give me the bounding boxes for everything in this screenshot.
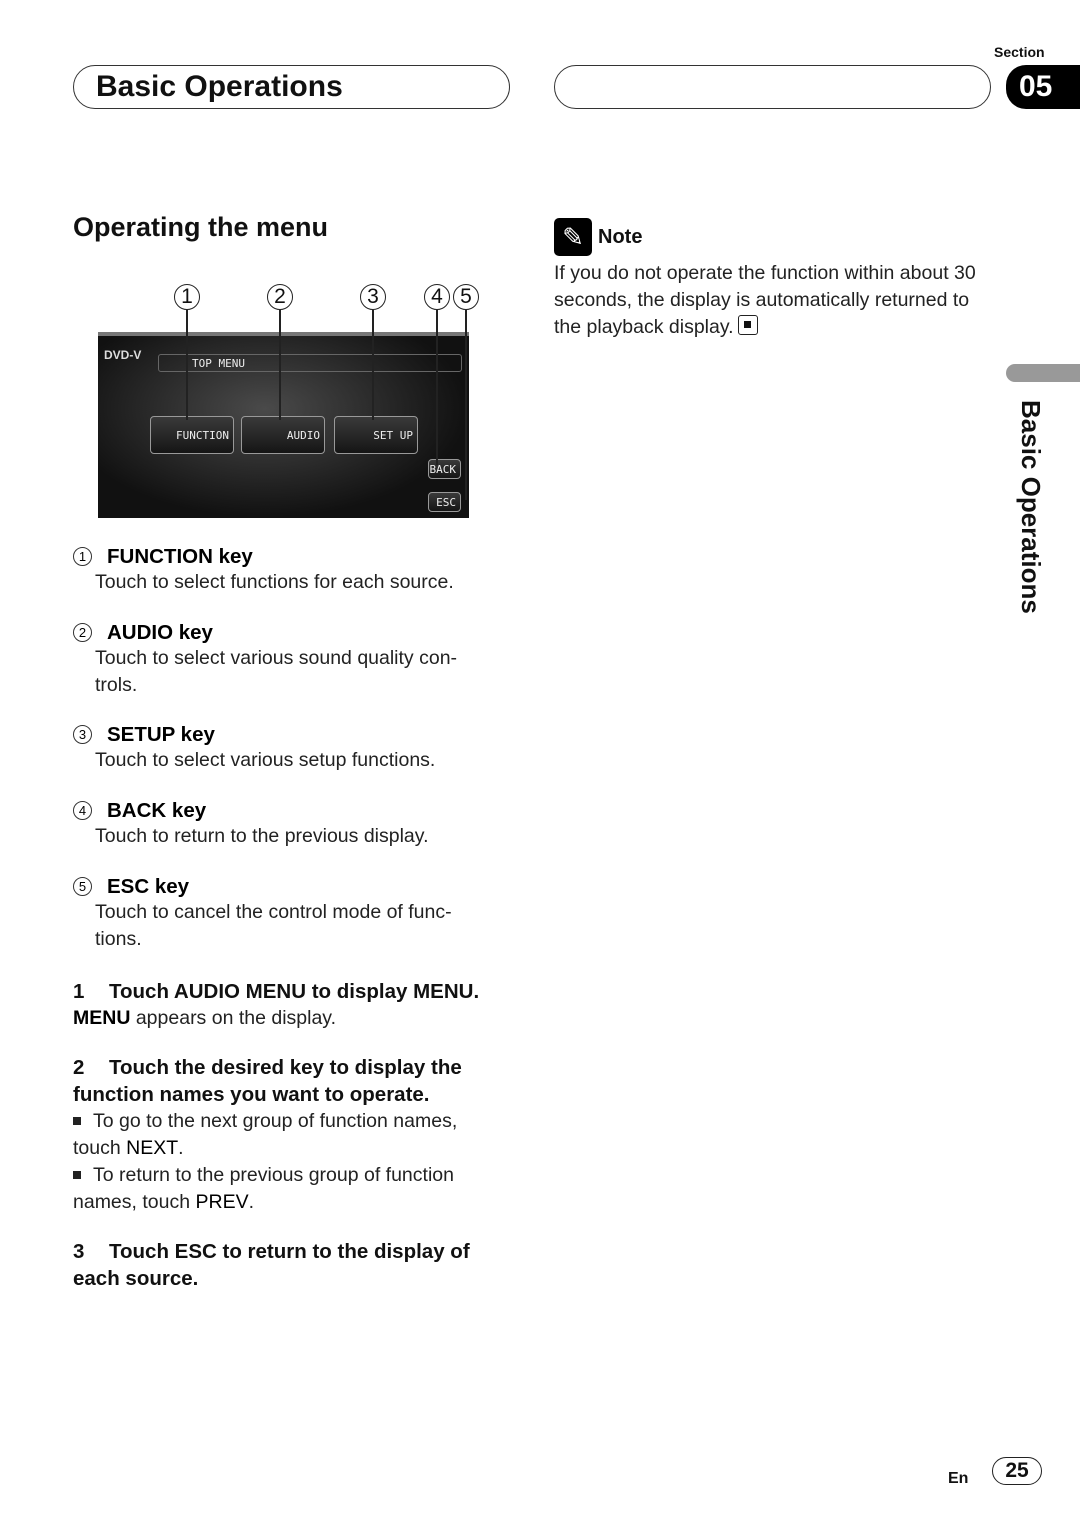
key-number: 1 bbox=[73, 547, 92, 566]
source-badge: DVD-V bbox=[104, 348, 142, 362]
step-number: 1 bbox=[73, 980, 85, 1003]
section-number: 05 bbox=[1006, 65, 1080, 109]
step-title: Touch the desired key to display the bbox=[109, 1056, 462, 1079]
key-item: 1 FUNCTION key Touch to select functions … bbox=[73, 545, 503, 621]
step-title: Touch AUDIO MENU to display MENU. bbox=[109, 980, 480, 1003]
key-desc: Touch to cancel the control mode of func… bbox=[95, 901, 452, 950]
note-line: If you do not operate the function withi… bbox=[554, 262, 976, 284]
callout-1: 1 bbox=[174, 284, 200, 310]
note-line: the playback display. bbox=[554, 316, 734, 338]
key-item: 2 AUDIO key Touch to select various sound… bbox=[73, 621, 503, 723]
step-number: 3 bbox=[73, 1240, 85, 1263]
key-title: SETUP key bbox=[107, 723, 215, 746]
audio-button[interactable]: AUDIO bbox=[241, 416, 325, 454]
key-desc: Touch to select functions for each sourc… bbox=[95, 571, 454, 593]
leader-line-4 bbox=[436, 310, 438, 465]
key-number: 5 bbox=[73, 877, 92, 896]
key-number: 2 bbox=[73, 623, 92, 642]
note: ✎ Note If you do not operate the functio… bbox=[554, 218, 994, 341]
step-1: 1 Touch AUDIO MENU to display MENU. MENU … bbox=[73, 978, 513, 1032]
bullet-end: . bbox=[178, 1137, 184, 1159]
steps: 1 Touch AUDIO MENU to display MENU. MENU … bbox=[73, 978, 513, 1292]
step-bold: MENU bbox=[73, 1007, 131, 1029]
step-2: 2 Touch the desired key to display the fu… bbox=[73, 1054, 513, 1216]
section-label: Section bbox=[994, 44, 1045, 60]
leader-line-2 bbox=[279, 310, 281, 420]
back-button[interactable]: BACK bbox=[428, 459, 461, 479]
key-number: 4 bbox=[73, 801, 92, 820]
key-number: 3 bbox=[73, 725, 92, 744]
key-item: 3 SETUP key Touch to select various setup… bbox=[73, 723, 503, 799]
callout-2: 2 bbox=[267, 284, 293, 310]
header-title-box: Basic Operations bbox=[73, 65, 510, 109]
key-title: AUDIO key bbox=[107, 621, 213, 644]
function-button[interactable]: FUNCTION bbox=[150, 416, 234, 454]
key-title: ESC key bbox=[107, 875, 190, 898]
bullet-text: To return to the previous group of funct… bbox=[93, 1164, 454, 1186]
key-title: FUNCTION key bbox=[107, 545, 253, 568]
callout-5: 5 bbox=[453, 284, 479, 310]
pencil-icon: ✎ bbox=[554, 218, 592, 256]
bullet-bold: NEXT bbox=[126, 1137, 179, 1159]
side-tab-label: Basic Operations bbox=[1016, 400, 1046, 614]
step-number: 2 bbox=[73, 1056, 85, 1079]
bullet-text: touch bbox=[73, 1137, 127, 1159]
leader-line-5 bbox=[465, 310, 467, 500]
key-desc: Touch to select various setup functions. bbox=[95, 749, 436, 771]
callout-3: 3 bbox=[360, 284, 386, 310]
section-heading: Operating the menu bbox=[73, 212, 329, 242]
step-title-cont: each source. bbox=[73, 1267, 199, 1290]
note-label: Note bbox=[598, 225, 643, 248]
header-empty-box bbox=[554, 65, 991, 109]
step-text: appears on the display. bbox=[130, 1007, 337, 1029]
bullet-text: To go to the next group of function name… bbox=[93, 1110, 458, 1132]
setup-button[interactable]: SET UP bbox=[334, 416, 418, 454]
bullet-icon bbox=[73, 1171, 81, 1179]
screen-title: TOP MENU bbox=[192, 357, 245, 370]
end-mark-icon bbox=[737, 315, 758, 335]
page-header-title: Basic Operations bbox=[96, 70, 343, 103]
callout-4: 4 bbox=[424, 284, 450, 310]
leader-line-1 bbox=[186, 310, 188, 420]
step-title: Touch ESC to return to the display of bbox=[109, 1240, 470, 1263]
key-desc: Touch to select various sound quality co… bbox=[95, 647, 458, 696]
side-tab-bar bbox=[1006, 364, 1080, 382]
bullet-text: names, touch bbox=[73, 1191, 196, 1213]
footer-lang: En bbox=[948, 1470, 969, 1487]
note-line: seconds, the display is automatically re… bbox=[554, 289, 970, 311]
esc-button[interactable]: ESC bbox=[428, 492, 461, 512]
key-item: 4 BACK key Touch to return to the previou… bbox=[73, 799, 503, 875]
key-list: 1 FUNCTION key Touch to select functions … bbox=[73, 545, 503, 975]
leader-line-3 bbox=[372, 310, 374, 420]
bullet-icon bbox=[73, 1117, 81, 1125]
key-title: BACK key bbox=[107, 799, 207, 822]
key-item: 5 ESC key Touch to cancel the control mod… bbox=[73, 875, 503, 975]
page-number: 25 bbox=[992, 1457, 1042, 1485]
bullet-bold: PREV bbox=[195, 1191, 249, 1213]
key-desc: Touch to return to the previous display. bbox=[95, 825, 429, 847]
step-title-cont: function names you want to operate. bbox=[73, 1083, 430, 1106]
menu-screen: DVD-V TOP MENU FUNCTION AUDIO SET UP BAC… bbox=[98, 332, 469, 518]
bullet-end: . bbox=[248, 1191, 255, 1213]
step-3: 3 Touch ESC to return to the display of e… bbox=[73, 1238, 513, 1292]
